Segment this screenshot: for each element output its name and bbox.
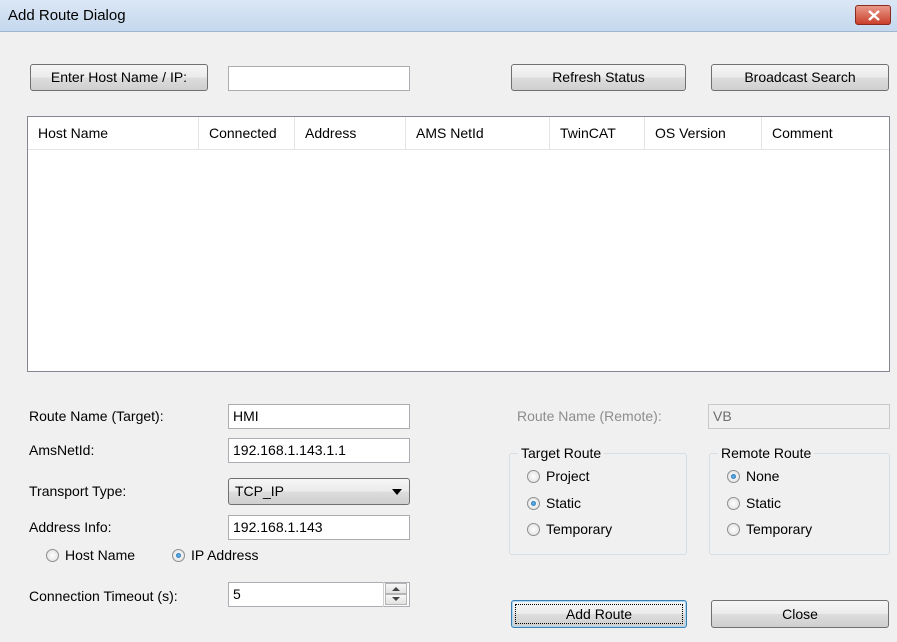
spin-down-icon[interactable] [385,594,407,605]
table-header: Host Name Connected Address AMS NetId Tw… [28,117,889,150]
radio-unchecked-icon [727,522,740,536]
column-ams-netid[interactable]: AMS NetId [406,117,550,149]
target-route-project-radio[interactable]: Project [527,468,590,484]
remote-route-temporary-radio[interactable]: Temporary [727,521,812,537]
column-connected[interactable]: Connected [199,117,295,149]
target-route-static-label: Static [546,495,582,511]
broadcast-search-button[interactable]: Broadcast Search [711,64,889,91]
address-info-input[interactable]: 192.168.1.143 [228,515,410,540]
remote-route-none-radio[interactable]: None [727,468,779,484]
focus-rect [515,604,683,624]
address-info-label: Address Info: [29,519,112,535]
remote-name-input: VB [708,404,890,429]
timeout-label: Connection Timeout (s): [29,588,178,604]
target-route-temporary-radio[interactable]: Temporary [527,521,612,537]
remote-route-temporary-label: Temporary [746,521,813,537]
radio-unchecked-icon [527,469,540,483]
hostname-radio[interactable]: Host Name [46,547,135,563]
window-title: Add Route Dialog [8,7,126,24]
title-bar: Add Route Dialog [0,0,897,32]
dialog-client-area: Enter Host Name / IP: Refresh Status Bro… [0,32,897,642]
target-route-project-label: Project [546,468,590,484]
column-host-name[interactable]: Host Name [28,117,199,149]
radio-checked-icon [527,496,540,510]
radio-checked-icon [172,548,185,562]
remote-route-title: Remote Route [718,445,815,461]
spin-up-icon[interactable] [385,583,407,594]
route-name-label: Route Name (Target): [29,408,164,424]
timeout-spinner[interactable] [383,582,408,607]
transport-type-value: TCP_IP [235,483,285,499]
chevron-down-icon [392,489,402,495]
ip-address-radio-label: IP Address [191,547,259,563]
transport-type-label: Transport Type: [29,483,127,499]
amsnetid-label: AmsNetId: [29,442,95,458]
add-route-button[interactable]: Add Route [511,600,687,628]
radio-unchecked-icon [46,548,59,562]
close-icon [868,10,880,21]
column-twincat[interactable]: TwinCAT [550,117,645,149]
enter-host-button[interactable]: Enter Host Name / IP: [30,64,208,91]
remote-route-group: Remote Route None Static Temporary [709,445,890,555]
route-name-input[interactable]: HMI [228,404,410,429]
amsnetid-input[interactable]: 192.168.1.143.1.1 [228,438,410,463]
remote-route-static-label: Static [746,495,782,511]
remote-route-static-radio[interactable]: Static [727,495,781,511]
transport-type-select[interactable]: TCP_IP [228,478,410,505]
target-route-title: Target Route [518,445,605,461]
radio-checked-icon [727,469,740,483]
column-comment[interactable]: Comment [762,117,889,149]
hostname-radio-label: Host Name [65,547,136,563]
routes-table[interactable]: Host Name Connected Address AMS NetId Tw… [27,116,890,372]
target-route-temporary-label: Temporary [546,521,613,537]
host-input[interactable] [228,66,410,91]
radio-unchecked-icon [727,496,740,510]
column-address[interactable]: Address [295,117,406,149]
ip-address-radio[interactable]: IP Address [172,547,258,563]
close-button[interactable]: Close [711,600,889,628]
refresh-status-button[interactable]: Refresh Status [511,64,686,91]
target-route-static-radio[interactable]: Static [527,495,581,511]
remote-route-none-label: None [746,468,780,484]
remote-name-label: Route Name (Remote): [517,408,662,424]
close-window-button[interactable] [855,5,891,25]
radio-unchecked-icon [527,522,540,536]
target-route-group: Target Route Project Static Temporary [509,445,687,555]
column-os-version[interactable]: OS Version [645,117,762,149]
